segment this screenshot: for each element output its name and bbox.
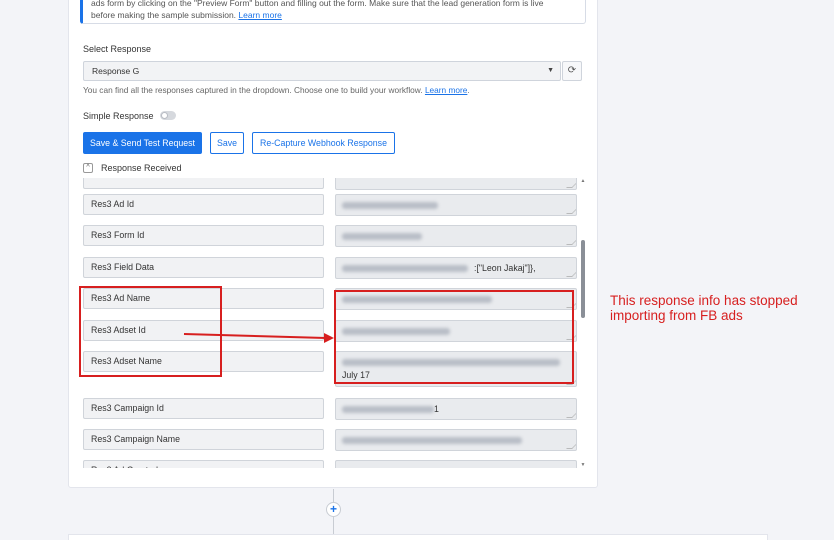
scroll-down-icon[interactable]: ▼	[579, 462, 587, 468]
select-help-learn-more-link[interactable]: Learn more	[425, 85, 467, 95]
notice-learn-more-link[interactable]: Learn more	[238, 10, 281, 20]
resize-handle-icon	[566, 271, 576, 277]
field-name: Res3 Campaign Name	[83, 429, 324, 450]
select-help-text-body: You can find all the responses captured …	[83, 85, 423, 95]
scrollbar-thumb[interactable]	[581, 240, 585, 318]
field-value[interactable]: :["Leon Jakaj"]},	[335, 257, 577, 279]
select-help-period: .	[467, 85, 470, 95]
chevron-up-icon[interactable]: ^	[83, 163, 93, 173]
resize-handle-icon	[566, 182, 576, 188]
field-value[interactable]: 1	[335, 398, 577, 420]
select-response-label: Select Response	[83, 44, 152, 54]
simple-response-label: Simple Response	[83, 111, 154, 121]
field-value[interactable]	[335, 225, 577, 247]
field-name-partial	[83, 178, 324, 189]
annotation-box-right	[334, 290, 574, 384]
caret-down-icon: ▼	[547, 67, 554, 74]
save-button[interactable]: Save	[210, 132, 244, 154]
fields-scrollbar[interactable]: ▲ ▼	[579, 178, 587, 468]
response-select[interactable]: Response G ▼	[83, 61, 561, 81]
resize-handle-icon	[566, 239, 576, 245]
toggle-knob	[161, 112, 168, 119]
notice-text-line1: ads form by clicking on the "Preview For…	[91, 0, 544, 8]
field-name: Res3 Field Data	[83, 257, 324, 278]
notice-text-line2: before making the sample submission.	[91, 10, 237, 20]
response-select-value: Response G	[92, 66, 140, 76]
field-name: Res3 Campaign Id	[83, 398, 324, 419]
add-step-plus-icon[interactable]: +	[326, 502, 341, 517]
field-value[interactable]	[335, 194, 577, 216]
field-value[interactable]	[335, 429, 577, 451]
recapture-webhook-button[interactable]: Re-Capture Webhook Response	[252, 132, 395, 154]
refresh-icon[interactable]: ⟳	[562, 61, 582, 81]
field-name: Res3 Ad Created	[83, 460, 324, 468]
field-value[interactable]	[335, 460, 577, 468]
select-help-text: You can find all the responses captured …	[83, 85, 470, 95]
annotation-text: This response info has stopped importing…	[610, 293, 798, 323]
field-value-partial[interactable]	[335, 178, 577, 190]
info-notice: ads form by clicking on the "Preview For…	[80, 0, 586, 24]
field-name: Res3 Form Id	[83, 225, 324, 246]
annotation-arrow-icon	[183, 333, 334, 343]
simple-response-toggle[interactable]	[160, 111, 176, 120]
resize-handle-icon	[566, 412, 576, 418]
resize-handle-icon	[566, 208, 576, 214]
resize-handle-icon	[566, 443, 576, 449]
response-received-label: Response Received	[101, 163, 182, 173]
scroll-up-icon[interactable]: ▲	[579, 178, 587, 184]
next-step-card	[68, 534, 768, 540]
save-send-test-button[interactable]: Save & Send Test Request	[83, 132, 202, 154]
field-name: Res3 Ad Id	[83, 194, 324, 215]
